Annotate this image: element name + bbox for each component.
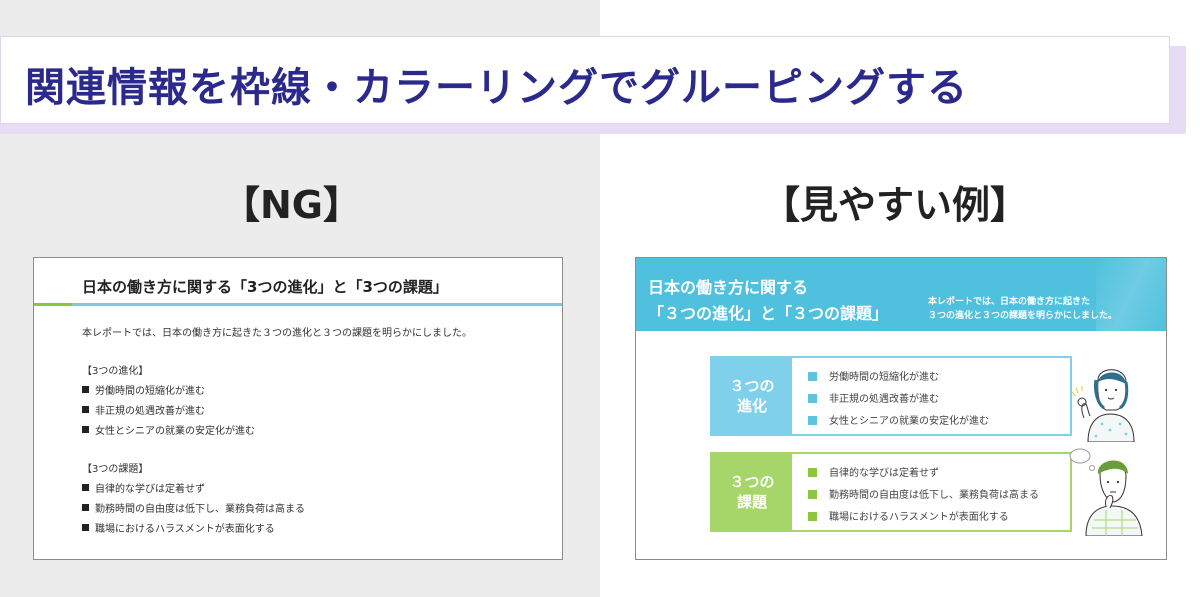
issues-group-label: ３つの 課題 (712, 454, 792, 530)
ng-evolution-item: 非正規の処遇改善が進む (82, 402, 205, 417)
good-example-section-title: 【見やすい例】 (762, 183, 1029, 227)
ng-issue-item: 職場におけるハラスメントが表面化する (82, 520, 275, 535)
evolution-item: 労働時間の短縮化が進む (808, 368, 939, 383)
square-bullet-icon (808, 490, 817, 499)
slide-header-description-line2: ３つの進化と３つの課題を明らかにしました。 (928, 311, 1118, 321)
issue-item: 職場におけるハラスメントが表面化する (808, 508, 1009, 523)
ng-section-title: 【NG】 (222, 183, 361, 227)
good-example-slide: 日本の働き方に関する 「３つの進化」と「３つの課題」 本レポートでは、日本の働き… (635, 257, 1167, 560)
slide-header-description-line1: 本レポートでは、日本の働き方に起きた (928, 297, 1091, 307)
evolution-group-box: ３つの 進化 労働時間の短縮化が進む 非正規の処遇改善が進む 女性とシニアの就業… (710, 356, 1072, 436)
slide-header-title-line2: 「３つの進化」と「３つの課題」 (648, 304, 889, 323)
issue-item: 自律的な学びは定着せず (808, 464, 939, 479)
ng-issue-item: 勤務時間の自由度は低下し、業務負荷は高まる (82, 500, 305, 515)
headline-banner: 関連情報を枠線・カラーリングでグルーピングする (0, 36, 1170, 124)
square-bullet-icon (808, 372, 817, 381)
ng-intro-text: 本レポートでは、日本の働き方に起きた３つの進化と３つの課題を明らかにしました。 (82, 328, 472, 339)
ng-title-underline-blue (72, 303, 562, 306)
slide-header-band: 日本の働き方に関する 「３つの進化」と「３つの課題」 本レポートでは、日本の働き… (636, 258, 1166, 331)
evolution-item: 女性とシニアの就業の安定化が進む (808, 412, 989, 427)
slide-header-title-line1: 日本の働き方に関する (648, 278, 809, 297)
ng-evolution-item: 労働時間の短縮化が進む (82, 382, 205, 397)
square-bullet-icon (808, 416, 817, 425)
square-bullet-icon (808, 512, 817, 521)
bullet-icon (82, 426, 89, 433)
ng-evolution-heading: 【3つの進化】 (82, 366, 149, 377)
evolution-group-label: ３つの 進化 (712, 358, 792, 434)
headline: 関連情報を枠線・カラーリングでグルーピングする (25, 65, 968, 111)
woman-ok-sign-illustration (1071, 369, 1135, 442)
bullet-icon (82, 386, 89, 393)
ng-evolution-item: 女性とシニアの就業の安定化が進む (82, 422, 255, 437)
ng-issues-heading: 【3つの課題】 (82, 464, 149, 475)
man-thinking-illustration (1069, 448, 1143, 536)
square-bullet-icon (808, 394, 817, 403)
square-bullet-icon (808, 468, 817, 477)
issue-item: 勤務時間の自由度は低下し、業務負荷は高まる (808, 486, 1039, 501)
bullet-icon (82, 406, 89, 413)
issues-group-box: ３つの 課題 自律的な学びは定着せず 勤務時間の自由度は低下し、業務負荷は高まる… (710, 452, 1072, 532)
ng-issue-item: 自律的な学びは定着せず (82, 480, 205, 495)
bullet-icon (82, 504, 89, 511)
bullet-icon (82, 484, 89, 491)
evolution-item: 非正規の処遇改善が進む (808, 390, 939, 405)
ng-slide: 日本の働き方に関する「3つの進化」と「3つの課題」 本レポートでは、日本の働き方… (33, 257, 563, 560)
ng-slide-title: 日本の働き方に関する「3つの進化」と「3つの課題」 (82, 278, 448, 296)
ng-title-underline-green (34, 303, 72, 306)
bullet-icon (82, 524, 89, 531)
